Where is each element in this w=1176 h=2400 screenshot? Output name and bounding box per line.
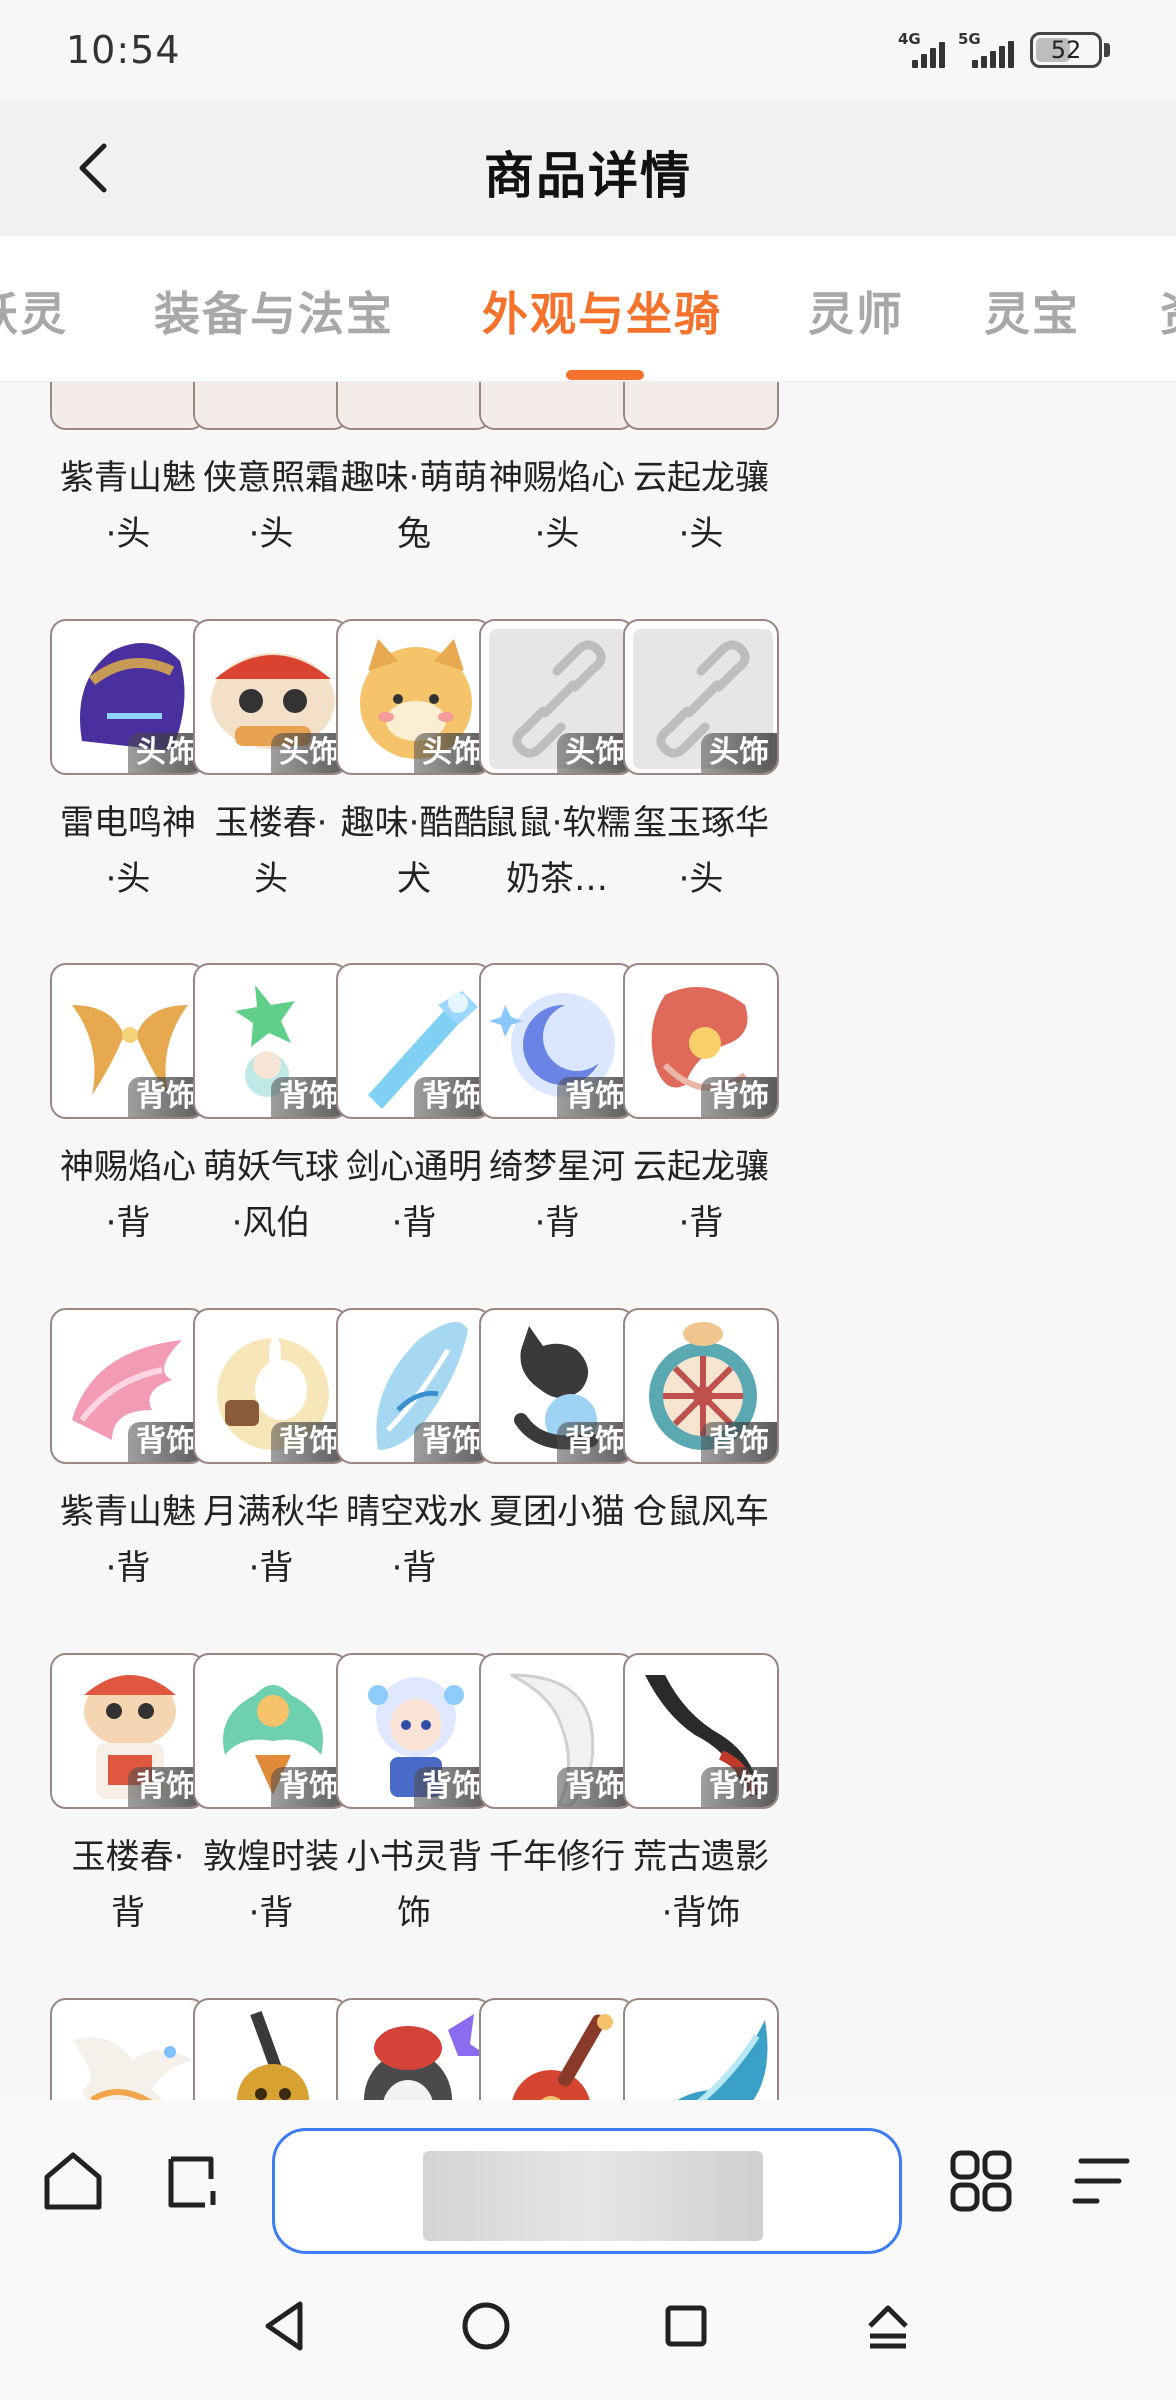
item-thumbnail: 背饰 [50, 1652, 206, 1809]
blue-feather-tail-icon [676, 2019, 768, 2100]
item-name: 荒古遗影 ·背饰 [633, 1836, 769, 1933]
page-header: 商品详情 [0, 100, 1176, 236]
item-thumbnail: 背饰 [479, 1997, 635, 2100]
item-thumbnail [479, 382, 635, 430]
active-tab-indicator [566, 370, 644, 380]
tab-lingshi[interactable]: 灵师 [808, 278, 904, 344]
item-type-badge: 背饰 [701, 1077, 777, 1118]
grid-icon [950, 2150, 1012, 2212]
item-thumbnail: 背饰 [336, 1997, 492, 2100]
tab-equipment[interactable]: 装备与法宝 [154, 278, 394, 344]
item-thumbnail [193, 382, 349, 430]
nav-hide-keyboard-button[interactable] [848, 2286, 928, 2366]
battery-tip [1104, 43, 1110, 57]
nav-recents-button[interactable] [646, 2286, 726, 2366]
item-name: 云起龙骧 ·头 [633, 458, 769, 554]
home-icon [44, 2152, 102, 2210]
blurred-url [423, 2151, 763, 2241]
square-recents-icon [665, 2305, 707, 2347]
item-type-badge: 背饰 [557, 1077, 633, 1118]
item-type-badge: 背饰 [701, 1766, 777, 1807]
upload-arrow-icon [868, 2305, 908, 2349]
menu-button[interactable] [1066, 2146, 1136, 2216]
address-bar[interactable] [272, 2128, 902, 2254]
item-thumbnail: 背饰 [479, 963, 635, 1120]
item-thumbnail: 头饰 [623, 618, 779, 775]
item-type-badge: 背饰 [557, 1766, 633, 1807]
item-thumbnail: 背饰 [336, 1652, 492, 1809]
golden-beast-sword-icon [237, 2010, 309, 2100]
battery-icon: 52 [1030, 32, 1102, 68]
status-time: 10:54 [66, 28, 181, 72]
item-type-badge: 头饰 [557, 732, 633, 773]
item-thumbnail: 背饰 [50, 1997, 206, 2100]
status-bar: 10:54 4G 5G 52 [0, 0, 1176, 100]
tabs-button[interactable] [158, 2146, 228, 2216]
item-name: 仓鼠风车 [633, 1492, 769, 1533]
item-thumbnail: 背饰 [623, 963, 779, 1120]
item-type-badge: 背饰 [701, 1422, 777, 1463]
item-grid-scroll[interactable]: 紫青山魅 ·头 侠意照霜 ·头 趣味·萌萌兔神赐焰心 ·头 云起龙骧 ·头 头饰 雷电鸣神 ·头 头饰… [0, 382, 1176, 2100]
signal-5g-icon: 5G [958, 30, 1028, 70]
nav-home-button[interactable] [446, 2286, 526, 2366]
tab-appearance-mounts[interactable]: 外观与坐骑 [482, 278, 722, 344]
system-navigation-bar [0, 2260, 1176, 2400]
page-title: 商品详情 [484, 147, 692, 205]
item-type-badge: 背饰 [557, 1422, 633, 1463]
item-thumbnail: 背饰 [479, 1308, 635, 1465]
item-thumbnail: 背饰 [623, 1997, 779, 2100]
partial-thumb-icon [52, 382, 204, 428]
apps-button[interactable] [946, 2146, 1016, 2216]
item-name: 云起龙骧 ·背 [633, 1147, 769, 1244]
white-phoenix-icon [72, 2037, 192, 2100]
category-tabs: 妖灵 装备与法宝 外观与坐骑 灵师 灵宝 资 [0, 236, 1176, 382]
partial-thumb-icon [625, 382, 777, 428]
browser-toolbar [0, 2100, 1176, 2260]
item-thumbnail: 背饰 [193, 1997, 349, 2100]
tab-more[interactable]: 资 [1160, 278, 1176, 344]
item-thumbnail: 背饰 [623, 1308, 779, 1465]
item-thumbnail [623, 382, 779, 430]
item-type-badge: 头饰 [701, 732, 777, 773]
item-thumbnail: 背饰 [193, 963, 349, 1120]
triangle-back-icon [265, 2301, 303, 2351]
item-thumbnail: 背饰 [336, 963, 492, 1120]
partial-thumb-icon [195, 382, 347, 428]
item-thumbnail [336, 382, 492, 430]
signal-4g-icon: 4G [898, 30, 958, 70]
item-thumbnail: 背饰 [479, 1652, 635, 1809]
item-thumbnail: 头饰 [479, 618, 635, 775]
fat-cat-butterfly-icon [364, 2013, 488, 2100]
item-thumbnail: 头饰 [50, 618, 206, 775]
menu-icon [1072, 2158, 1130, 2204]
item-name: 玺玉琢华 ·头 [633, 802, 769, 899]
nav-back-button[interactable] [246, 2286, 326, 2366]
item-thumbnail: 背饰 [193, 1308, 349, 1465]
item-thumbnail: 背饰 [193, 1652, 349, 1809]
item-thumbnail: 背饰 [50, 963, 206, 1120]
item-thumbnail [50, 382, 206, 430]
item-thumbnail: 头饰 [336, 618, 492, 775]
home-button[interactable] [38, 2146, 108, 2216]
item-thumbnail: 背饰 [50, 1308, 206, 1465]
item-thumbnail: 背饰 [623, 1652, 779, 1809]
item-thumbnail: 头饰 [193, 618, 349, 775]
red-pipa-icon [512, 2013, 613, 2100]
partial-thumb-icon [338, 382, 490, 428]
item-thumbnail: 背饰 [336, 1308, 492, 1465]
partial-thumb-icon [481, 382, 633, 428]
tabs-icon [168, 2156, 216, 2208]
tab-lingbao[interactable]: 灵宝 [984, 278, 1080, 344]
circle-home-icon [462, 2302, 510, 2350]
tab-yaoling[interactable]: 妖灵 [0, 278, 68, 344]
battery-level: 52 [1050, 36, 1082, 64]
